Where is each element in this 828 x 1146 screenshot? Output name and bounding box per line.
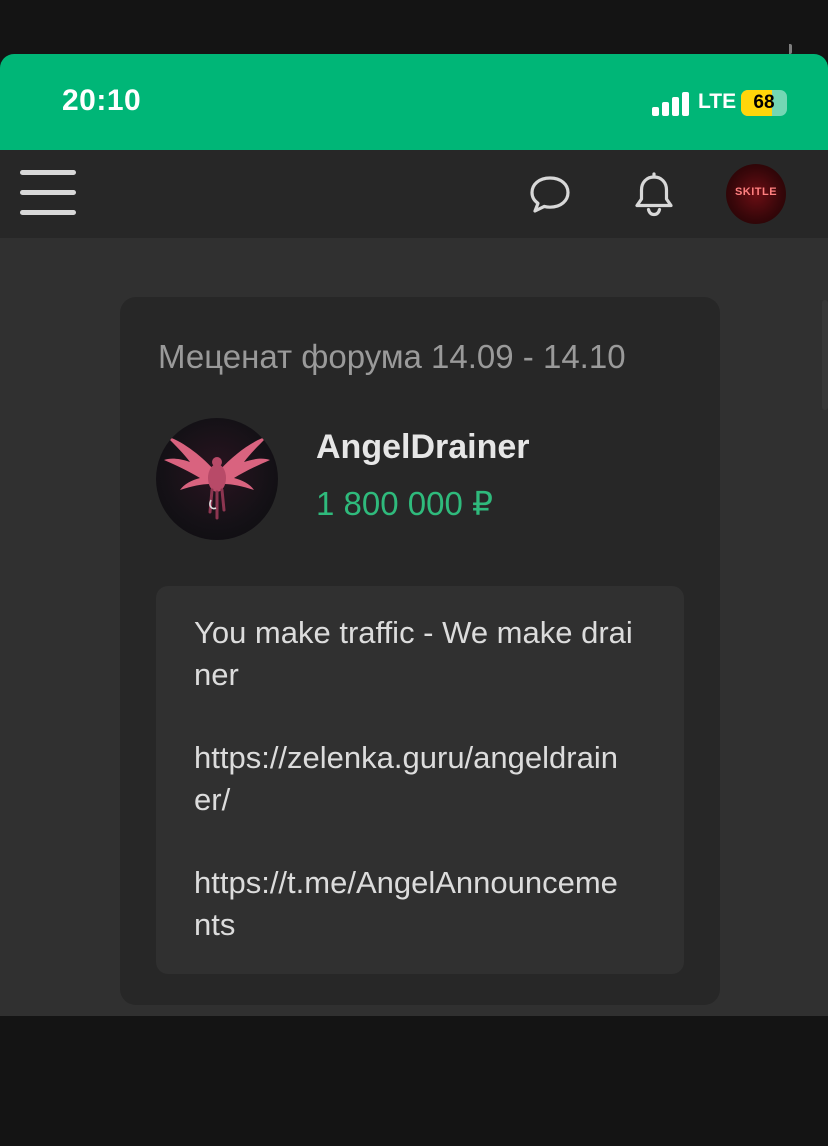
sponsor-card-title: Меценат форума 14.09 - 14.10 [158, 338, 626, 375]
chat-bubble-icon[interactable] [528, 174, 572, 214]
bottom-screen-edge [0, 1016, 828, 1146]
battery-level: 68 [753, 92, 775, 113]
top-navigation-bar [0, 150, 828, 238]
sponsor-username[interactable]: AngelDrainer [316, 428, 530, 467]
sponsor-message-slogan: You make traffic - We make drainer [194, 615, 633, 692]
status-time: 20:10 [62, 84, 142, 117]
sponsor-amount: 1 800 000 ₽ [316, 485, 493, 522]
sponsor-telegram-link[interactable]: https://t.me/AngelAnnouncements [194, 862, 634, 946]
status-bar: 20:10 LTE 68 [0, 54, 828, 150]
cellular-signal-icon [652, 92, 690, 116]
sponsor-avatar[interactable] [156, 418, 278, 540]
sponsor-forum-link[interactable]: https://zelenka.guru/angeldrainer/ [194, 737, 634, 821]
battery-icon: 68 [741, 90, 787, 116]
top-screen-edge [0, 0, 828, 54]
battery-nub [789, 44, 792, 54]
user-avatar-button[interactable]: SKITLE [726, 164, 786, 224]
hamburger-menu-icon[interactable] [20, 170, 76, 216]
avatar-logo-text: SKITLE [734, 186, 778, 198]
network-type: LTE [698, 90, 737, 113]
bell-icon[interactable] [632, 172, 676, 218]
next-card-edge [822, 300, 828, 410]
winged-angel-icon [164, 436, 270, 520]
